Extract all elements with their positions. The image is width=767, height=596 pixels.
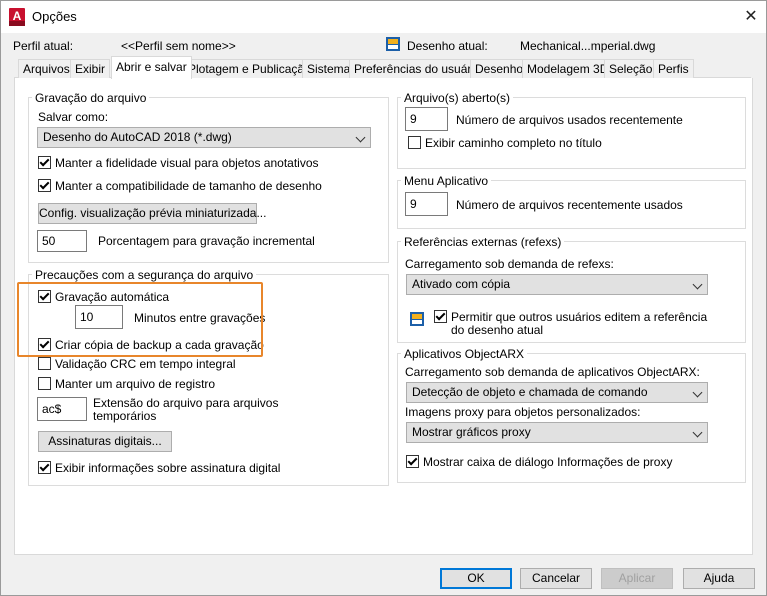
file-safety-group-title: Precauções com a segurança do arquivo	[32, 268, 257, 282]
allow-xref-edit-label-line2: do desenho atual	[451, 323, 544, 337]
tab-perfis[interactable]: Perfis	[653, 59, 694, 78]
drawing-file-icon	[386, 37, 400, 51]
thumbnail-preview-settings-button[interactable]: Config. visualização prévia miniaturizad…	[38, 203, 266, 224]
proxy-images-value: Mostrar gráficos proxy	[412, 425, 531, 439]
application-menu-group-title: Menu Aplicativo	[401, 174, 492, 188]
xref-demand-load-value: Ativado com cópia	[412, 277, 511, 291]
temp-extension-label-line2: temporários	[93, 409, 157, 423]
tab-sistema[interactable]: Sistema	[302, 59, 356, 78]
full-path-title-label: Exibir caminho completo no título	[425, 136, 602, 150]
proxy-info-dialog-label: Mostrar caixa de diálogo Informações de …	[423, 455, 673, 469]
keep-visual-fidelity-checkbox[interactable]	[38, 156, 51, 169]
allow-xref-edit-label-line1: Permitir que outros usuários editem a re…	[451, 310, 708, 324]
chevron-down-icon	[692, 279, 703, 290]
apply-button[interactable]: Aplicar	[601, 568, 673, 589]
window-title: Opções	[32, 9, 77, 24]
temp-extension-input[interactable]: ac$	[37, 397, 87, 421]
autocad-app-icon: A	[9, 8, 25, 26]
arx-demand-load-select[interactable]: Detecção de objeto e chamada de comando	[406, 382, 708, 403]
show-signature-info-checkbox[interactable]	[38, 461, 51, 474]
xref-drawing-icon	[410, 312, 424, 326]
current-drawing-value: Mechanical...mperial.dwg	[520, 39, 656, 53]
file-save-group-title: Gravação do arquivo	[32, 91, 150, 105]
full-path-title-checkbox[interactable]	[408, 136, 421, 149]
options-dialog: A Opções ✕ Perfil atual: <<Perfil sem no…	[0, 0, 767, 596]
tab-abrir-e-salvar[interactable]: Abrir e salvar	[111, 56, 192, 79]
arx-demand-load-label: Carregamento sob demanda de aplicativos …	[405, 365, 700, 379]
crc-validation-label: Validação CRC em tempo integral	[55, 357, 236, 371]
tab-arquivos[interactable]: Arquivos	[18, 59, 75, 78]
recent-files-count-label: Número de arquivos usados recentemente	[456, 113, 683, 127]
keep-size-compat-checkbox[interactable]	[38, 179, 51, 192]
save-as-label: Salvar como:	[38, 110, 109, 124]
open-files-group-title: Arquivo(s) aberto(s)	[401, 91, 514, 105]
maintain-log-checkbox[interactable]	[38, 377, 51, 390]
save-as-value: Desenho do AutoCAD 2018 (*.dwg)	[43, 130, 232, 144]
maintain-log-label: Manter um arquivo de registro	[55, 377, 216, 391]
title-bar: A Opções ✕	[1, 1, 766, 33]
xref-group-title: Referências externas (refexs)	[401, 235, 565, 249]
tab-plotagem[interactable]: Plotagem e Publicação	[183, 59, 316, 78]
digital-signatures-button[interactable]: Assinaturas digitais...	[38, 431, 172, 452]
incremental-save-input[interactable]: 50	[37, 230, 87, 252]
incremental-save-label: Porcentagem para gravação incremental	[98, 234, 315, 248]
help-button[interactable]: Ajuda	[683, 568, 755, 589]
app-menu-recent-input[interactable]: 9	[405, 192, 448, 216]
highlight-annotation	[17, 282, 263, 357]
save-as-select[interactable]: Desenho do AutoCAD 2018 (*.dwg)	[37, 127, 371, 148]
proxy-images-select[interactable]: Mostrar gráficos proxy	[406, 422, 708, 443]
temp-extension-label-line1: Extensão do arquivo para arquivos	[93, 396, 279, 410]
cancel-button[interactable]: Cancelar	[520, 568, 592, 589]
tab-preferencias[interactable]: Preferências do usuário	[349, 59, 486, 78]
keep-size-compat-label: Manter a compatibilidade de tamanho de d…	[55, 179, 322, 193]
tab-exibir[interactable]: Exibir	[70, 59, 111, 78]
keep-visual-fidelity-label: Manter a fidelidade visual para objetos …	[55, 156, 319, 170]
chevron-down-icon	[692, 427, 703, 438]
crc-validation-checkbox[interactable]	[38, 357, 51, 370]
close-button[interactable]: ✕	[738, 4, 764, 30]
chevron-down-icon	[355, 132, 366, 143]
tab-selecao[interactable]: Seleção	[604, 59, 658, 78]
show-signature-info-label: Exibir informações sobre assinatura digi…	[55, 461, 281, 475]
objectarx-group-title: Aplicativos ObjectARX	[401, 347, 528, 361]
arx-demand-load-value: Detecção de objeto e chamada de comando	[412, 385, 648, 399]
allow-xref-edit-checkbox[interactable]	[434, 310, 447, 323]
current-drawing-label: Desenho atual:	[407, 39, 488, 53]
open-files-group	[397, 97, 746, 169]
app-menu-recent-label: Número de arquivos recentemente usados	[456, 198, 683, 212]
xref-demand-load-label: Carregamento sob demanda de refexs:	[405, 257, 614, 271]
proxy-images-label: Imagens proxy para objetos personalizado…	[405, 405, 641, 419]
chevron-down-icon	[692, 387, 703, 398]
current-profile-value: <<Perfil sem nome>>	[121, 39, 236, 53]
recent-files-count-input[interactable]: 9	[405, 107, 448, 131]
ok-button[interactable]: OK	[440, 568, 512, 589]
xref-demand-load-select[interactable]: Ativado com cópia	[406, 274, 708, 295]
proxy-info-dialog-checkbox[interactable]	[406, 455, 419, 468]
tab-modelagem-3d[interactable]: Modelagem 3D	[522, 59, 614, 78]
tab-desenho[interactable]: Desenho	[470, 59, 529, 78]
current-profile-label: Perfil atual:	[13, 39, 74, 53]
